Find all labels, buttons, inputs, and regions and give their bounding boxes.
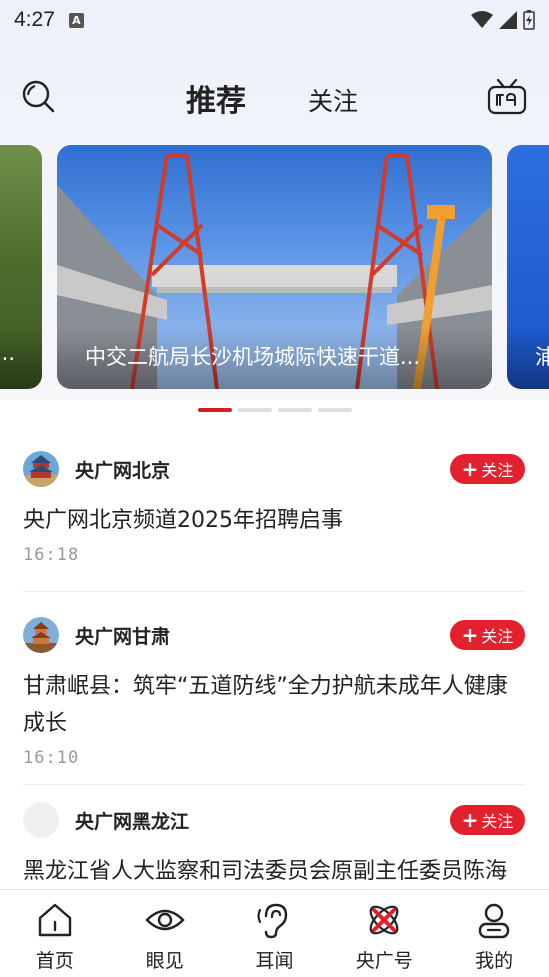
plus-icon: + — [461, 457, 479, 481]
banner-carousel[interactable]: ... 中交二航局长沙机场城际快速干道. — [0, 145, 549, 389]
signal-icon — [499, 11, 517, 29]
tab-home[interactable]: 首页 — [0, 890, 110, 977]
carousel-dot — [318, 408, 352, 412]
tab-me[interactable]: 我的 — [439, 890, 549, 977]
follow-button[interactable]: + 关注 — [450, 454, 525, 484]
top-nav: 推荐 关注 — [0, 62, 549, 130]
tab-label: 首页 — [35, 950, 74, 972]
plus-icon: + — [461, 623, 479, 647]
cnr-logo-icon — [369, 905, 399, 935]
tab-label: 我的 — [475, 950, 514, 972]
source-name[interactable]: 央广网黑龙江 — [75, 807, 189, 834]
news-title[interactable]: 甘肃岷县：筑牢“五道防线”全力护航未成年人健康成长 — [23, 668, 525, 742]
ear-icon — [257, 903, 288, 939]
news-title[interactable]: 央广网北京频道2025年招聘启事 — [23, 502, 525, 539]
feed-item[interactable]: 央广网甘肃 + 关注 甘肃岷县：筑牢“五道防线”全力护航未成年人健康成长 16:… — [23, 616, 525, 785]
eye-icon — [144, 909, 185, 931]
tab-label: 央广号 — [355, 950, 413, 972]
news-time: 16:18 — [23, 545, 80, 565]
follow-button-label: 关注 — [481, 461, 514, 480]
tab-cnr[interactable]: 央广号 — [329, 890, 439, 977]
home-icon — [38, 903, 72, 937]
carousel-indicator — [198, 408, 352, 412]
source-avatar[interactable] — [23, 617, 59, 653]
carousel-dot — [238, 408, 272, 412]
tab-label: 耳闻 — [255, 950, 294, 972]
status-time: 4:27 — [14, 8, 55, 31]
follow-button-label: 关注 — [481, 812, 514, 831]
notification-icon: A — [68, 12, 84, 28]
plus-icon: + — [461, 808, 479, 832]
carousel-slide[interactable]: 浦 — [507, 145, 549, 389]
tab-follow[interactable]: 关注 — [308, 82, 358, 118]
feed-item[interactable]: 央广网北京 + 关注 央广网北京频道2025年招聘启事 16:18 — [23, 450, 525, 592]
tab-recommend[interactable]: 推荐 — [186, 76, 246, 120]
status-icons — [471, 10, 535, 30]
slide-caption: 中交二航局长沙机场城际快速干道... — [57, 327, 492, 389]
status-bar: 4:27 A — [0, 0, 549, 40]
carousel-dot-active — [198, 408, 232, 412]
source-name[interactable]: 央广网甘肃 — [75, 622, 170, 649]
temple-avatar-icon — [23, 451, 59, 487]
pagoda-avatar-icon — [23, 617, 59, 653]
news-time: 16:10 — [23, 748, 80, 768]
radio-icon[interactable] — [486, 76, 528, 116]
profile-icon — [478, 903, 510, 939]
source-avatar[interactable] — [23, 451, 59, 487]
tab-see[interactable]: 眼见 — [110, 890, 220, 977]
divider — [23, 784, 525, 785]
slide-caption: 浦 — [507, 327, 549, 389]
wifi-icon — [471, 11, 493, 28]
bottom-tab-bar: 首页 眼见 耳闻 央广号 我的 — [0, 889, 549, 977]
follow-button[interactable]: + 关注 — [450, 620, 525, 650]
follow-button-label: 关注 — [481, 627, 514, 646]
carousel-slide[interactable]: ... — [0, 145, 42, 389]
battery-icon — [523, 10, 535, 30]
tab-label: 眼见 — [145, 950, 184, 972]
source-name[interactable]: 央广网北京 — [75, 456, 170, 483]
news-feed: 央广网北京 + 关注 央广网北京频道2025年招聘启事 16:18 央广网甘肃 … — [23, 450, 525, 927]
slide-caption: ... — [0, 327, 42, 389]
follow-button[interactable]: + 关注 — [450, 805, 525, 835]
carousel-slide-active[interactable]: 中交二航局长沙机场城际快速干道... — [57, 145, 492, 389]
carousel-dot — [278, 408, 312, 412]
search-icon[interactable] — [20, 78, 56, 114]
divider — [23, 591, 525, 592]
tab-hear[interactable]: 耳闻 — [220, 890, 330, 977]
source-avatar[interactable] — [23, 802, 59, 838]
